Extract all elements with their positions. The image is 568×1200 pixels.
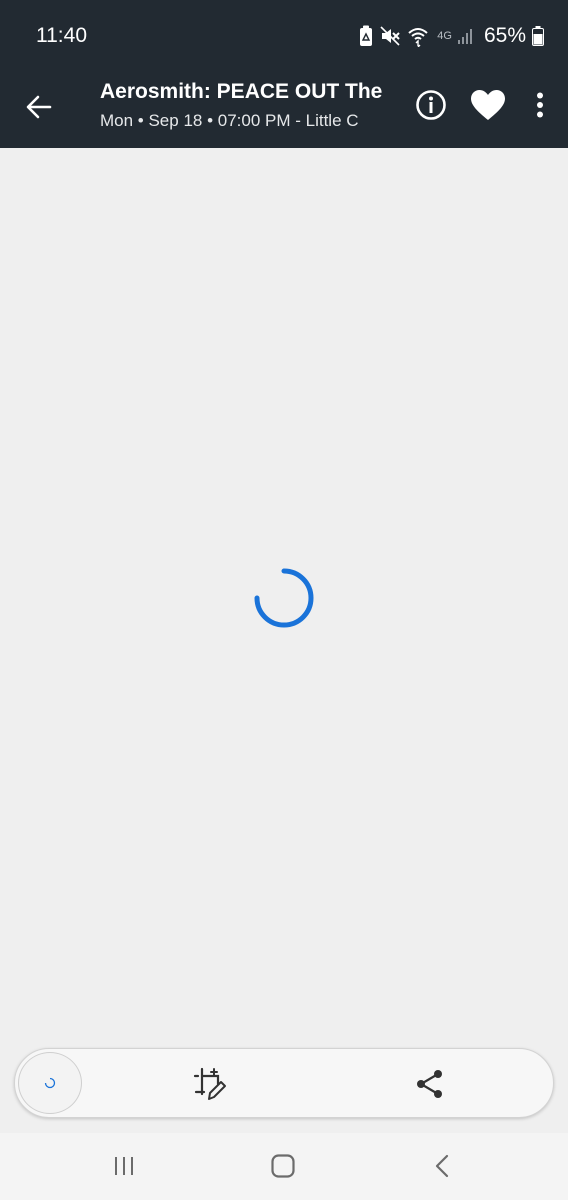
recycle-icon: [359, 25, 373, 47]
battery-percent: 65%: [483, 24, 526, 47]
status-bar: 11:40 4G 65%: [0, 0, 568, 70]
info-icon: [416, 90, 446, 120]
battery-icon: [532, 26, 544, 46]
wifi-icon: [407, 25, 429, 47]
recents-icon: [115, 1157, 133, 1175]
recents-button[interactable]: [94, 1143, 154, 1189]
mute-icon: [379, 25, 401, 47]
home-icon: [271, 1154, 295, 1178]
more-vert-icon: [537, 92, 543, 118]
status-time: 11:40: [36, 24, 87, 47]
content-area: [0, 148, 568, 1133]
share-button[interactable]: [407, 1061, 453, 1107]
smart-select-icon: [193, 1067, 226, 1100]
info-button[interactable]: [408, 82, 454, 128]
back-arrow-icon: [26, 95, 52, 119]
floating-toolbar: [14, 1048, 554, 1118]
event-subtitle: Mon • Sep 18 • 07:00 PM - Little C: [100, 111, 359, 130]
smart-select-button[interactable]: [187, 1061, 233, 1107]
heart-icon: [471, 90, 505, 120]
back-button[interactable]: [16, 84, 62, 130]
assistant-button[interactable]: [18, 1052, 82, 1114]
more-options-button[interactable]: [522, 82, 558, 128]
system-back-button[interactable]: [412, 1143, 472, 1189]
app-header-area: 11:40 4G 65% Aerosmith: PEACE OUT The Mo…: [0, 0, 568, 148]
loading-spinner: [254, 568, 314, 633]
status-icons: 4G 65%: [359, 22, 544, 50]
favorite-button[interactable]: [464, 82, 512, 128]
event-title-block: Aerosmith: PEACE OUT The Mon • Sep 18 • …: [100, 78, 388, 134]
home-button[interactable]: [253, 1143, 313, 1189]
share-icon: [417, 1070, 442, 1098]
event-header: Aerosmith: PEACE OUT The Mon • Sep 18 • …: [0, 70, 568, 148]
system-nav-bar: [0, 1133, 568, 1200]
back-icon: [435, 1154, 449, 1178]
network-type: 4G: [437, 30, 452, 42]
signal-icon: [457, 27, 474, 45]
loading-icon: [44, 1077, 56, 1089]
event-title: Aerosmith: PEACE OUT The: [100, 80, 383, 103]
